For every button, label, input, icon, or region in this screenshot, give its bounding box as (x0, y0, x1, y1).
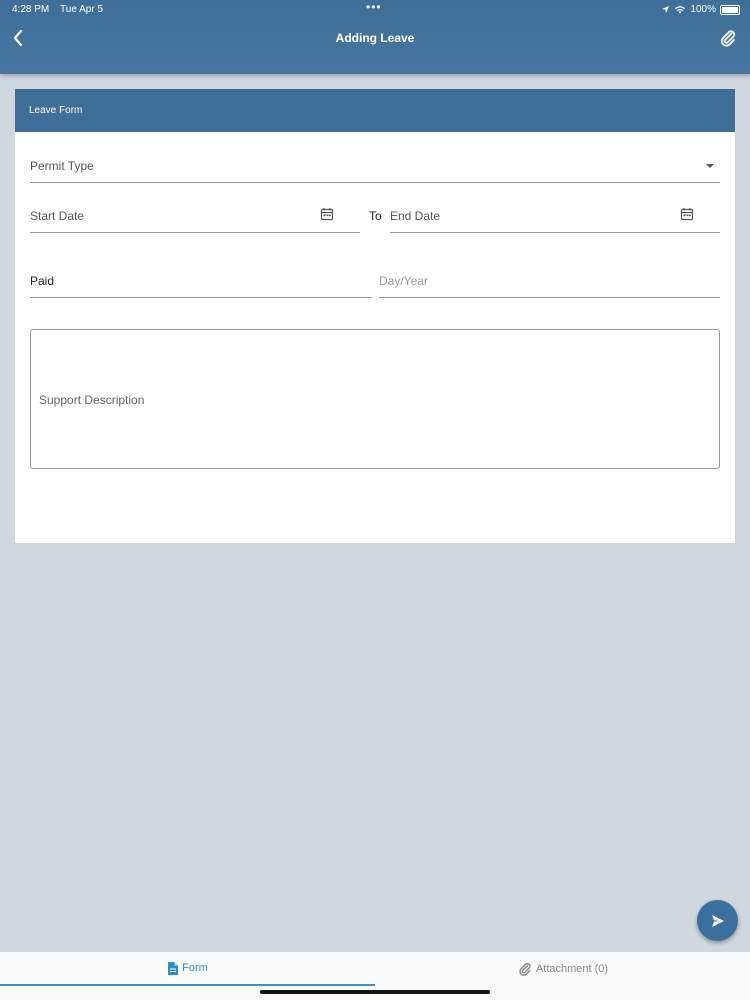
multitask-dots-icon[interactable]: ••• (366, 0, 382, 14)
battery-percent: 100% (690, 4, 716, 15)
battery-icon (720, 5, 740, 15)
app-header: 4:28 PM Tue Apr 5 ••• 100% Adding Leave (0, 0, 750, 74)
tab-attachment-label: Attachment (0) (535, 963, 609, 975)
day-year-input[interactable]: Day/Year (379, 274, 720, 298)
end-date-field[interactable]: End Date (390, 207, 720, 233)
paid-value: Paid (30, 274, 55, 288)
tab-form-label: Form (182, 962, 208, 974)
leave-form-card: Leave Form Permit Type Start Date To End… (15, 89, 735, 543)
paperclip-icon (519, 962, 531, 976)
support-description-textarea[interactable]: Support Description (30, 329, 720, 469)
dropdown-arrow-icon (706, 164, 714, 168)
attach-button[interactable] (718, 28, 738, 48)
support-description-placeholder: Support Description (39, 393, 145, 407)
permit-type-placeholder: Permit Type (30, 159, 94, 173)
navigation-bar: Adding Leave (0, 20, 750, 56)
status-time: 4:28 PM (12, 4, 50, 15)
form-section-title: Leave Form (15, 89, 735, 132)
tab-form[interactable]: Form (0, 952, 375, 986)
page-title: Adding Leave (335, 31, 415, 45)
calendar-icon[interactable] (680, 207, 694, 221)
send-icon (711, 914, 724, 927)
home-indicator[interactable] (260, 990, 490, 994)
day-year-placeholder: Day/Year (379, 274, 428, 288)
paid-field[interactable]: Paid (30, 274, 372, 298)
document-icon (168, 961, 179, 975)
start-date-placeholder: Start Date (30, 209, 85, 223)
start-date-field[interactable]: Start Date (30, 207, 360, 233)
send-button[interactable] (697, 900, 738, 941)
to-label: To (369, 209, 382, 223)
wifi-icon (675, 6, 686, 14)
permit-type-select[interactable]: Permit Type (30, 159, 720, 183)
status-time-date: 4:28 PM Tue Apr 5 (12, 4, 103, 15)
calendar-icon[interactable] (320, 207, 334, 221)
status-date: Tue Apr 5 (60, 4, 104, 15)
status-bar: 4:28 PM Tue Apr 5 ••• 100% (0, 0, 750, 20)
end-date-placeholder: End Date (390, 209, 441, 223)
paperclip-icon (720, 30, 736, 47)
tab-attachment[interactable]: Attachment (0) (375, 952, 750, 986)
status-indicators: 100% (661, 4, 716, 15)
location-icon (662, 5, 670, 14)
